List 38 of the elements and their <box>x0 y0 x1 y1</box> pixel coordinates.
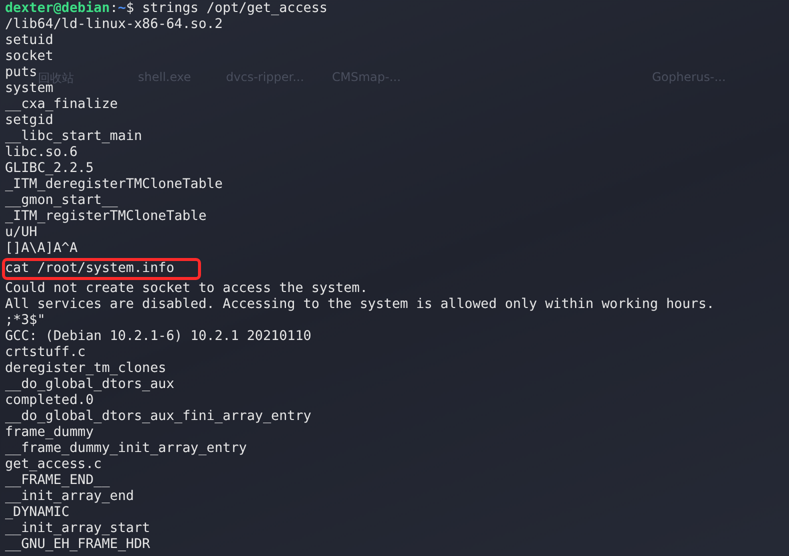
prompt-path: ~ <box>118 1 126 16</box>
output-line: ;*3$" <box>5 313 46 329</box>
output-line: setgid <box>5 113 54 129</box>
output-line: GCC: (Debian 10.2.1-6) 10.2.1 20210110 <box>5 329 312 345</box>
output-line: GLIBC_2.2.5 <box>5 161 94 177</box>
output-line: _ITM_deregisterTMCloneTable <box>5 177 223 193</box>
output-line: __frame_dummy_init_array_entry <box>5 441 247 457</box>
output-line: /lib64/ld-linux-x86-64.so.2 <box>5 17 223 33</box>
output-line: frame_dummy <box>5 425 94 441</box>
prompt-separator: : <box>110 1 118 16</box>
output-line: get_access.c <box>5 457 102 473</box>
output-line: deregister_tm_clones <box>5 361 166 377</box>
output-line: puts <box>5 65 38 81</box>
output-line: completed.0 <box>5 393 94 409</box>
prompt-symbol: $ <box>126 1 134 16</box>
output-line: __libc_start_main <box>5 129 142 145</box>
output-line: __cxa_finalize <box>5 97 118 113</box>
output-line: []A\A]A^A <box>5 241 78 257</box>
output-line: u/UH <box>5 225 38 241</box>
output-line: crtstuff.c <box>5 345 86 361</box>
output-line: __FRAME_END__ <box>5 473 110 489</box>
output-line: __do_global_dtors_aux_fini_array_entry <box>5 409 312 425</box>
output-line: setuid <box>5 33 54 49</box>
output-line: libc.so.6 <box>5 145 78 161</box>
output-line: Could not create socket to access the system. <box>5 281 368 297</box>
output-line: All services are disabled. Accessing to the system is allowed only within working hours. <box>5 297 714 313</box>
output-line: __do_global_dtors_aux <box>5 377 174 393</box>
output-line: system <box>5 81 54 97</box>
output-line: __gmon_start__ <box>5 193 118 209</box>
command-text: strings /opt/get_access <box>142 1 328 16</box>
output-line: __GNU_EH_FRAME_HDR <box>5 537 150 553</box>
output-line: _DYNAMIC <box>5 505 70 521</box>
output-line: __init_array_end <box>5 489 134 505</box>
output-line: __init_array_start <box>5 521 150 537</box>
output-line: socket <box>5 49 54 65</box>
output-line: _ITM_registerTMCloneTable <box>5 209 207 225</box>
highlighted-output-line: cat /root/system.info <box>5 261 198 277</box>
prompt-user-host: dexter@debian <box>5 1 110 16</box>
